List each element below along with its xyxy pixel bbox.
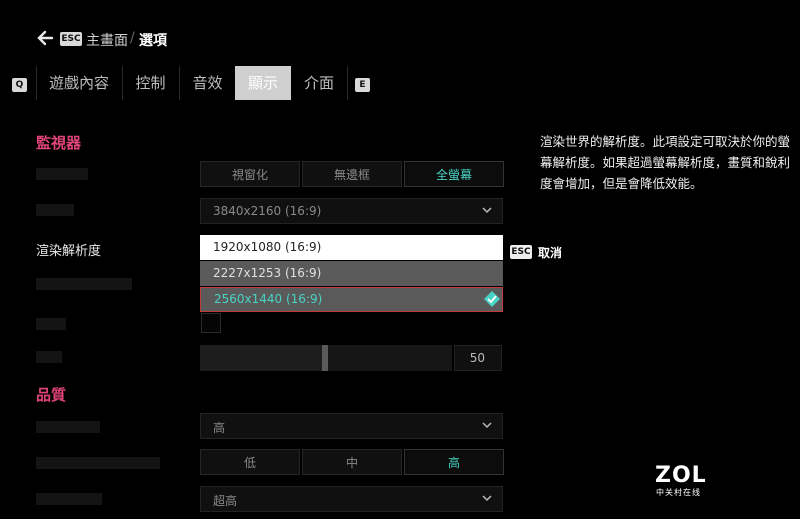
tab-audio[interactable]: 音效 <box>180 66 235 100</box>
row-label-render-resolution: 渲染解析度 <box>36 244 102 259</box>
next-tab-key: E <box>355 78 370 92</box>
selected-check-icon <box>484 291 500 307</box>
chevron-down-icon <box>482 422 492 429</box>
tab-interface[interactable]: 介面 <box>292 66 346 100</box>
cancel-key-badge: ESC <box>510 245 532 259</box>
home-link[interactable]: 主畫面 <box>86 30 128 50</box>
window-mode-fullscreen[interactable]: 全螢幕 <box>404 161 504 187</box>
brightness-slider-fill <box>200 345 326 371</box>
brightness-slider-track[interactable] <box>200 345 452 371</box>
lod-low[interactable]: 低 <box>200 449 300 475</box>
render-option-2560[interactable]: 2560x1440 (16:9) <box>200 287 503 312</box>
lod-medium[interactable]: 中 <box>302 449 402 475</box>
row-label-texture <box>36 493 102 505</box>
texture-quality-value: 超高 <box>213 494 238 508</box>
row-label-vsync <box>36 318 66 330</box>
quality-preset-value: 高 <box>213 421 226 435</box>
watermark-sub: 中关村在线 <box>656 488 701 497</box>
render-option-1920[interactable]: 1920x1080 (16:9) <box>200 235 503 260</box>
window-mode-selector: 視窗化 無邊框 全螢幕 <box>200 161 504 187</box>
lod-high[interactable]: 高 <box>404 449 504 475</box>
breadcrumb-current: 選項 <box>139 33 167 49</box>
cancel-label[interactable]: 取消 <box>538 244 562 261</box>
watermark-logo: ZOL <box>655 463 707 488</box>
lod-selector: 低 中 高 <box>200 449 504 475</box>
chevron-down-icon <box>482 495 492 502</box>
section-title-quality: 品質 <box>36 386 67 404</box>
setting-description: 渲染世界的解析度。此項設定可取決於你的螢幕解析度。如果超過螢幕解析度，畫質和銳利… <box>540 134 791 191</box>
tab-display[interactable]: 顯示 <box>235 66 291 100</box>
row-label-resolution <box>36 204 74 216</box>
section-title-monitor: 監視器 <box>36 134 82 152</box>
window-mode-windowed[interactable]: 視窗化 <box>200 161 300 187</box>
row-label-upscale <box>36 278 132 290</box>
row-label-window-mode <box>36 168 88 180</box>
resolution-dropdown[interactable]: 3840x2160 (16:9) <box>200 198 503 224</box>
row-label-brightness <box>36 351 62 363</box>
vsync-checkbox[interactable] <box>201 313 221 333</box>
tab-gameplay[interactable]: 遊戲內容 <box>37 66 121 100</box>
row-label-quality-preset <box>36 421 100 433</box>
chevron-down-icon <box>482 207 492 214</box>
quality-preset-dropdown[interactable]: 高 <box>200 413 503 439</box>
render-option-2227[interactable]: 2227x1253 (16:9) <box>200 261 503 286</box>
esc-key-badge: ESC <box>60 32 82 46</box>
texture-quality-dropdown[interactable]: 超高 <box>200 486 503 512</box>
row-label-lod <box>36 457 160 469</box>
resolution-value: 3840x2160 (16:9) <box>213 204 322 218</box>
window-mode-borderless[interactable]: 無邊框 <box>302 161 402 187</box>
tab-controls[interactable]: 控制 <box>123 66 178 100</box>
prev-tab-key: Q <box>12 78 27 92</box>
brightness-value[interactable]: 50 <box>454 345 502 371</box>
back-arrow-icon[interactable] <box>36 29 54 47</box>
breadcrumb-separator: / <box>130 30 135 46</box>
brightness-slider-handle[interactable] <box>322 345 328 371</box>
